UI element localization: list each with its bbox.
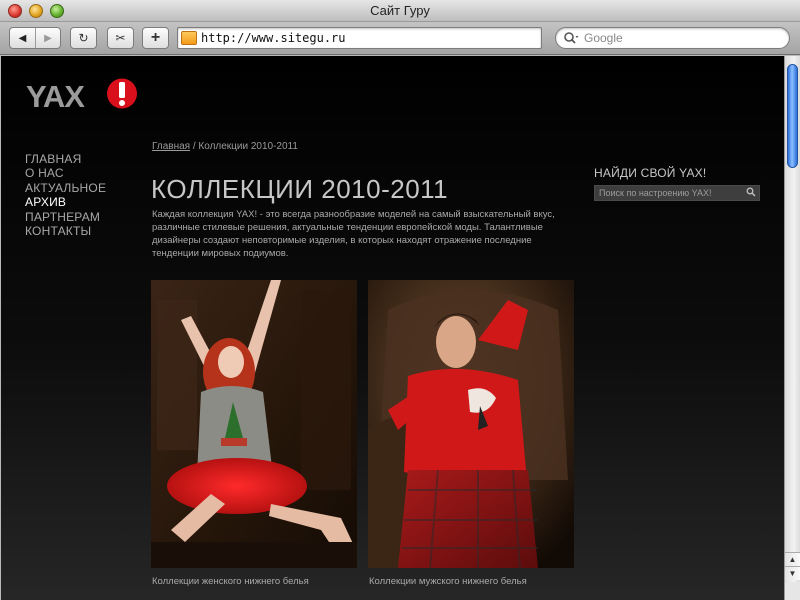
main-navigation: ГЛАВНАЯ О НАС АКТУАЛЬНОЕ АРХИВ ПАРТНЕРАМ… — [25, 152, 106, 238]
site-search-field[interactable]: Поиск по настроению YAX! — [594, 185, 760, 201]
nav-item-about[interactable]: О НАС — [25, 166, 106, 180]
back-button[interactable]: ◀ — [10, 28, 35, 48]
magnifier-icon — [563, 31, 579, 48]
breadcrumb: Главная / Коллекции 2010-2011 — [152, 141, 298, 152]
intro-text: Каждая коллекция YAX! - это всегда разно… — [152, 209, 555, 259]
browser-search-placeholder: Google — [584, 31, 623, 45]
nav-item-news[interactable]: АКТУАЛЬНОЕ — [25, 181, 106, 195]
yax-logo[interactable]: YAX — [26, 78, 138, 110]
scroll-up-arrow-icon[interactable]: ▲ — [785, 552, 800, 566]
title-bar: Сайт Гуру — [0, 0, 800, 22]
nav-item-home[interactable]: ГЛАВНАЯ — [25, 152, 106, 166]
address-bar[interactable]: http://www.sitegu.ru — [177, 27, 542, 49]
womens-collection-caption[interactable]: Коллекции женского нижнего белья — [152, 576, 309, 587]
nav-item-archive[interactable]: АРХИВ — [25, 195, 106, 209]
scroll-down-arrow-icon[interactable]: ▼ — [785, 566, 800, 580]
nav-item-contacts[interactable]: КОНТАКТЫ — [25, 224, 106, 238]
web-page: YAX ГЛАВНАЯ О НАС АКТУАЛЬНОЕ АРХИВ ПАРТН… — [1, 56, 784, 600]
mens-collection-caption[interactable]: Коллекции мужского нижнего белья — [369, 576, 527, 587]
back-forward-group: ◀ ▶ — [9, 27, 61, 49]
window-title: Сайт Гуру — [370, 3, 430, 18]
search-icon[interactable] — [746, 187, 756, 200]
mens-collection-photo[interactable] — [368, 280, 574, 568]
sidebar-heading: НАЙДИ СВОЙ YAX! — [594, 166, 707, 180]
browser-toolbar: ◀ ▶ ↻ ✂ + http://www.sitegu.ru Google — [0, 22, 800, 55]
add-bookmark-button[interactable]: + — [142, 27, 169, 49]
nav-item-partners[interactable]: ПАРТНЕРАМ — [25, 210, 106, 224]
folder-favicon-icon — [181, 31, 197, 45]
site-search-input[interactable]: Поиск по настроению YAX! — [599, 186, 712, 201]
page-title: КОЛЛЕКЦИИ 2010-2011 — [151, 174, 449, 204]
svg-text:YAX: YAX — [26, 79, 85, 110]
womens-collection-photo[interactable] — [151, 280, 357, 568]
forward-button[interactable]: ▶ — [34, 28, 60, 48]
scrollbar-thumb[interactable] — [787, 64, 798, 168]
resize-grip-icon[interactable] — [785, 582, 800, 600]
breadcrumb-current: Коллекции 2010-2011 — [198, 141, 298, 152]
reload-button[interactable]: ↻ — [70, 27, 97, 49]
browser-search-field[interactable]: Google — [555, 27, 790, 49]
breadcrumb-home-link[interactable]: Главная — [152, 141, 190, 152]
snippet-button[interactable]: ✂ — [107, 27, 134, 49]
vertical-scrollbar[interactable]: ▲ ▼ — [784, 56, 800, 600]
browser-window: Сайт Гуру ◀ ▶ ↻ ✂ + http://www.sitegu.ru… — [0, 0, 800, 600]
address-input[interactable]: http://www.sitegu.ru — [201, 28, 346, 48]
